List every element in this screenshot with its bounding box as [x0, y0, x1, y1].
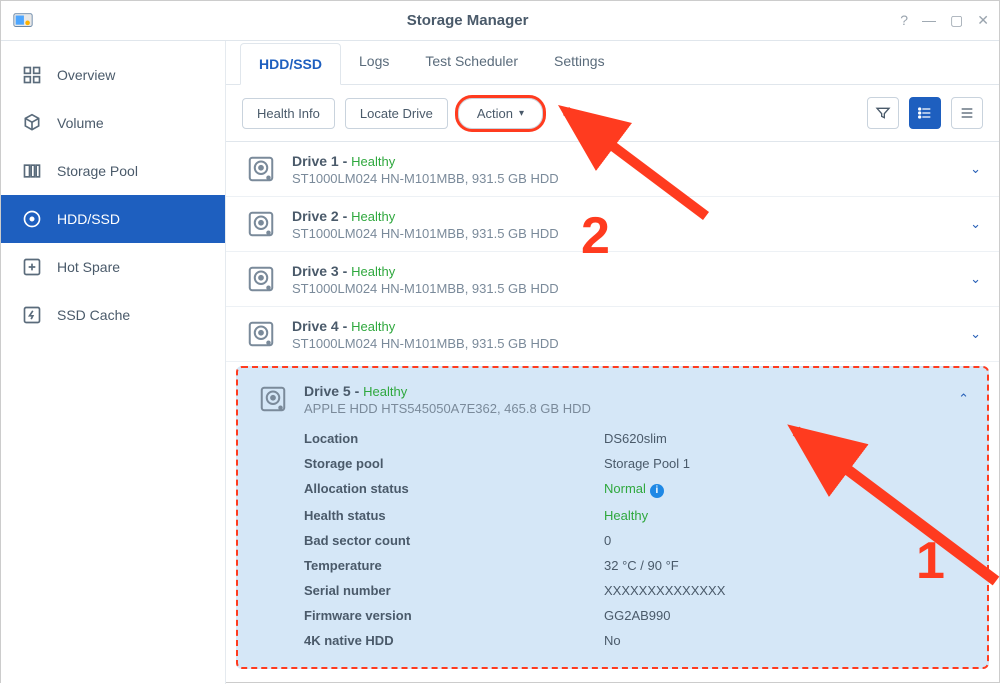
- window-title: Storage Manager: [35, 12, 900, 29]
- drive-name: Drive 3: [292, 263, 339, 279]
- detail-value: 32 °C / 90 °F: [604, 558, 679, 573]
- drive-row[interactable]: Drive 6 - Healthy Seagate ST1000LM048-2E…: [226, 673, 999, 684]
- volume-icon: [21, 112, 43, 134]
- detail-key: Temperature: [304, 558, 604, 573]
- drive-status: Healthy: [351, 319, 395, 334]
- info-icon[interactable]: i: [650, 484, 664, 498]
- detail-value: Normali: [604, 481, 664, 498]
- drive-row[interactable]: Drive 5 - Healthy APPLE HDD HTS545050A7E…: [246, 376, 979, 426]
- detail-key: Allocation status: [304, 481, 604, 498]
- sidebar: Overview Volume Storage Pool HDD/SSD Hot…: [1, 41, 226, 684]
- view-compact-button[interactable]: [951, 97, 983, 129]
- close-icon[interactable]: ✕: [977, 12, 989, 29]
- sidebar-item-hdd-ssd[interactable]: HDD/SSD: [1, 195, 225, 243]
- ssd-cache-icon: [21, 304, 43, 326]
- locate-drive-button[interactable]: Locate Drive: [345, 98, 448, 129]
- overview-icon: [21, 64, 43, 86]
- tabs: HDD/SSD Logs Test Scheduler Settings: [226, 41, 999, 85]
- sidebar-item-label: Overview: [57, 67, 115, 83]
- drive-icon: [244, 317, 278, 351]
- minimize-icon[interactable]: —: [922, 12, 936, 29]
- action-button-label: Action: [477, 106, 513, 121]
- drive-status: Healthy: [351, 154, 395, 169]
- drive-desc: ST1000LM024 HN-M101MBB, 931.5 GB HDD: [292, 336, 956, 351]
- sidebar-item-label: HDD/SSD: [57, 211, 120, 227]
- tab-logs[interactable]: Logs: [341, 41, 407, 84]
- chevron-down-icon: ⌄: [970, 161, 981, 177]
- drive-details: LocationDS620slim Storage poolStorage Po…: [246, 426, 979, 653]
- drive-name: Drive 5: [304, 383, 351, 399]
- detail-value: No: [604, 633, 621, 648]
- detail-key: 4K native HDD: [304, 633, 604, 648]
- hdd-icon: [21, 208, 43, 230]
- detail-key: Location: [304, 431, 604, 446]
- drive-status: Healthy: [351, 264, 395, 279]
- detail-key: Firmware version: [304, 608, 604, 623]
- action-button[interactable]: Action ▾: [458, 98, 543, 129]
- chevron-down-icon: ⌄: [970, 216, 981, 232]
- detail-key: Serial number: [304, 583, 604, 598]
- sidebar-item-volume[interactable]: Volume: [1, 99, 225, 147]
- sidebar-item-ssd-cache[interactable]: SSD Cache: [1, 291, 225, 339]
- titlebar: Storage Manager ? — ▢ ✕: [1, 1, 999, 41]
- detail-value: Healthy: [604, 508, 648, 523]
- help-icon[interactable]: ?: [900, 12, 908, 29]
- detail-value: DS620slim: [604, 431, 667, 446]
- tab-test-scheduler[interactable]: Test Scheduler: [407, 41, 536, 84]
- sidebar-item-storage-pool[interactable]: Storage Pool: [1, 147, 225, 195]
- drive-row[interactable]: Drive 3 - Healthy ST1000LM024 HN-M101MBB…: [226, 252, 999, 307]
- filter-icon: [875, 105, 891, 121]
- drive-desc: ST1000LM024 HN-M101MBB, 931.5 GB HDD: [292, 281, 956, 296]
- drive-desc: ST1000LM024 HN-M101MBB, 931.5 GB HDD: [292, 226, 956, 241]
- chevron-down-icon: ⌄: [970, 326, 981, 342]
- sidebar-item-label: SSD Cache: [57, 307, 130, 323]
- drive-icon: [244, 262, 278, 296]
- drive-row[interactable]: Drive 1 - Healthy ST1000LM024 HN-M101MBB…: [226, 142, 999, 197]
- drive-icon: [244, 152, 278, 186]
- filter-button[interactable]: [867, 97, 899, 129]
- drive-desc: ST1000LM024 HN-M101MBB, 931.5 GB HDD: [292, 171, 956, 186]
- hot-spare-icon: [21, 256, 43, 278]
- drive-icon: [244, 207, 278, 241]
- storage-pool-icon: [21, 160, 43, 182]
- drive-status: Healthy: [363, 384, 407, 399]
- drive-row[interactable]: Drive 4 - Healthy ST1000LM024 HN-M101MBB…: [226, 307, 999, 362]
- sidebar-item-hot-spare[interactable]: Hot Spare: [1, 243, 225, 291]
- tab-settings[interactable]: Settings: [536, 41, 623, 84]
- tab-hdd-ssd[interactable]: HDD/SSD: [240, 43, 341, 85]
- drive-row-expanded: Drive 5 - Healthy APPLE HDD HTS545050A7E…: [236, 366, 989, 669]
- sidebar-item-label: Hot Spare: [57, 259, 120, 275]
- main-panel: HDD/SSD Logs Test Scheduler Settings Hea…: [226, 41, 999, 684]
- detail-value: GG2AB990: [604, 608, 671, 623]
- app-icon: [11, 9, 35, 33]
- drive-status: Healthy: [351, 209, 395, 224]
- sidebar-item-overview[interactable]: Overview: [1, 51, 225, 99]
- drive-name: Drive 2: [292, 208, 339, 224]
- health-info-button[interactable]: Health Info: [242, 98, 335, 129]
- drive-icon: [256, 382, 290, 416]
- maximize-icon[interactable]: ▢: [950, 12, 963, 29]
- drive-row[interactable]: Drive 2 - Healthy ST1000LM024 HN-M101MBB…: [226, 197, 999, 252]
- drive-list: Drive 1 - Healthy ST1000LM024 HN-M101MBB…: [226, 142, 999, 684]
- window-controls: ? — ▢ ✕: [900, 12, 989, 29]
- chevron-down-icon: ▾: [519, 108, 524, 119]
- sidebar-item-label: Volume: [57, 115, 104, 131]
- list-view-icon: [917, 105, 933, 121]
- sidebar-item-label: Storage Pool: [57, 163, 138, 179]
- toolbar: Health Info Locate Drive Action ▾: [226, 85, 999, 142]
- drive-name: Drive 1: [292, 153, 339, 169]
- compact-view-icon: [959, 105, 975, 121]
- detail-key: Storage pool: [304, 456, 604, 471]
- drive-desc: APPLE HDD HTS545050A7E362, 465.8 GB HDD: [304, 401, 944, 416]
- view-list-button[interactable]: [909, 97, 941, 129]
- detail-value: 0: [604, 533, 611, 548]
- chevron-down-icon: ⌄: [970, 271, 981, 287]
- detail-value: XXXXXXXXXXXXXX: [604, 583, 725, 598]
- detail-key: Health status: [304, 508, 604, 523]
- detail-key: Bad sector count: [304, 533, 604, 548]
- drive-name: Drive 4: [292, 318, 339, 334]
- chevron-up-icon: ⌃: [958, 391, 969, 407]
- detail-value: Storage Pool 1: [604, 456, 690, 471]
